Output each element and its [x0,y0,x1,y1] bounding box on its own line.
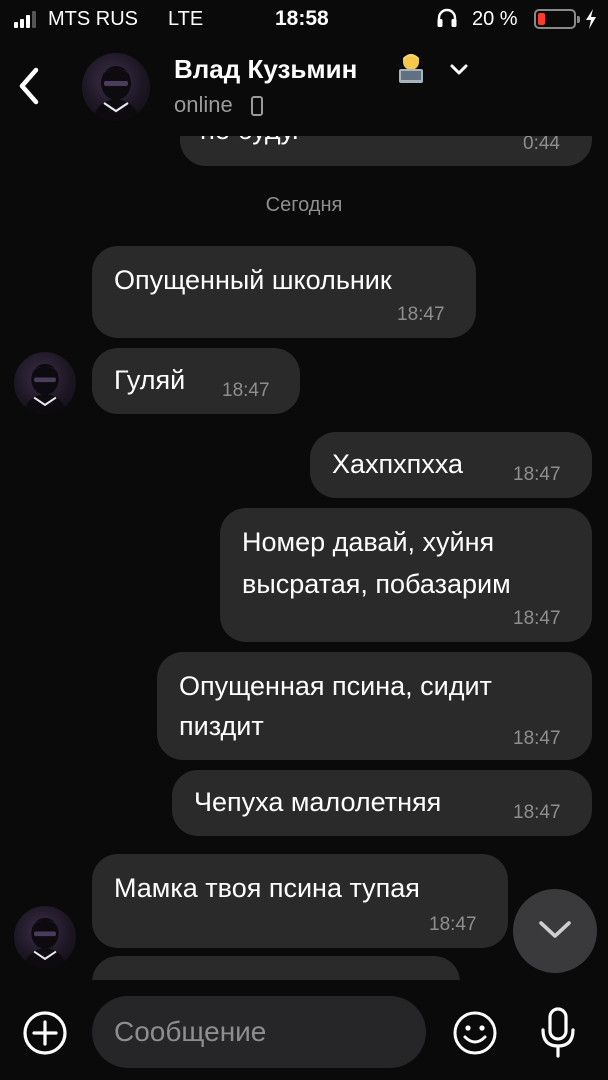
charging-bolt-icon [586,9,596,29]
phone-icon [251,96,263,116]
battery-icon [534,9,580,29]
composer-bar [0,980,608,1080]
message-time: 18:47 [397,304,445,325]
carrier-name: MTS RUS [48,8,138,30]
message-text: не буду. [200,136,299,150]
outgoing-message[interactable]: Номер давай, хуйня высратая, побазарим 1… [220,508,592,642]
chevron-down-icon[interactable] [448,60,470,78]
message-time: 18:47 [513,728,561,749]
incoming-message[interactable]: Опущенный школьник 18:47 [92,246,476,338]
message-text-line: высратая, побазарим [242,569,511,599]
contact-name[interactable]: Влад Кузьмин [174,54,357,85]
smiley-icon[interactable] [452,1010,498,1056]
contact-status: online [174,92,233,117]
message-text-line: Опущенная псина, сидит [179,671,492,701]
scroll-to-bottom-button[interactable] [513,889,597,973]
status-bar: MTS RUS LTE 18:58 20 % [0,0,608,40]
message-time: 18:47 [222,380,270,401]
message-text: Опущенный школьник [114,265,392,295]
incoming-message[interactable]: Гуляй 18:47 [92,348,300,414]
contact-avatar[interactable] [82,53,150,121]
message-time: 0:44 [523,136,560,154]
plus-circle-icon[interactable] [22,1010,68,1056]
message-text-line: пиздит [179,711,264,741]
microphone-icon[interactable] [538,1006,578,1060]
incoming-message-partial[interactable] [92,956,460,980]
message-time: 18:47 [513,802,561,823]
contact-avatar[interactable] [14,352,76,414]
incoming-message[interactable]: Мамка твоя псина тупая 18:47 [92,854,508,948]
message-input[interactable] [114,996,414,1068]
message-list[interactable]: не буду. 0:44 Сегодня Опущенный школьник… [0,136,608,980]
battery-percent: 20 % [472,8,518,30]
message-text-line: Номер давай, хуйня [242,527,495,557]
date-separator: Сегодня [265,194,343,216]
message-text: Хахпхпхха [332,449,463,479]
technologist-emoji-icon [399,54,423,83]
outgoing-message[interactable]: Чепуха малолетняя 18:47 [172,770,592,836]
message-time: 18:47 [429,914,477,935]
outgoing-message[interactable]: Опущенная псина, сидит пиздит 18:47 [157,652,592,760]
message-text: Чепуха малолетняя [194,787,442,817]
status-time: 18:58 [275,7,329,30]
message-time: 18:47 [513,464,561,485]
network-type: LTE [168,8,204,30]
outgoing-message[interactable]: Хахпхпхха 18:47 [310,432,592,498]
message-field[interactable] [92,996,426,1068]
message-bubble[interactable]: не буду. 0:44 [180,136,592,166]
back-chevron-icon[interactable] [14,64,44,108]
message-time: 18:47 [513,608,561,629]
headphones-icon [437,8,457,27]
message-text: Мамка твоя псина тупая [114,873,420,903]
contact-avatar[interactable] [14,906,76,968]
chat-header: Влад Кузьмин online [0,40,608,136]
chevron-down-icon [539,921,571,938]
message-text: Гуляй [114,365,186,395]
signal-strength-icon [14,10,36,28]
